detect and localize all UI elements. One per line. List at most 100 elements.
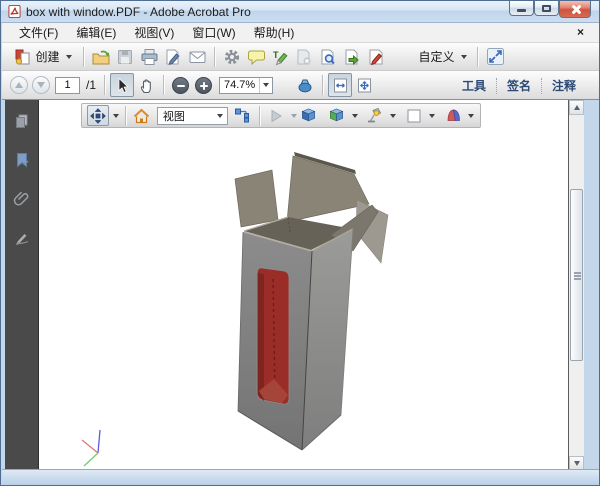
axis-z-icon [84,453,98,466]
select-tool-icon [114,77,130,94]
view-selector-value: 视图 [158,108,214,124]
email-button[interactable] [185,45,209,69]
attachments-button[interactable] [9,186,35,212]
previous-page-button[interactable] [10,76,28,94]
forms-button[interactable] [364,45,388,69]
cross-section-icon [445,107,462,124]
customize-label: 自定义 [415,48,457,65]
page-number-input[interactable]: 1 [55,77,80,94]
fullscreen-button[interactable] [483,45,507,69]
view-selector[interactable]: 视图 [157,107,228,125]
zoom-in-button[interactable] [195,77,212,94]
comment-button[interactable] [244,45,268,69]
export-page-icon [343,48,361,66]
scroll-down-icon [574,461,580,466]
separator [83,47,84,67]
open-file-button[interactable] [89,45,113,69]
select-tool-button[interactable] [110,73,134,97]
next-page-button[interactable] [32,76,50,94]
rotate-tool-button[interactable] [87,105,109,126]
lighting-button[interactable] [364,105,386,126]
print-icon [140,48,159,66]
close-button[interactable] [559,1,591,18]
background-caret-icon [429,114,435,118]
fit-width-button[interactable] [328,73,352,97]
create-caret-icon [66,55,72,59]
play-caret-icon [291,114,297,118]
play-menu-button[interactable] [287,105,298,126]
cross-section-menu-button[interactable] [464,105,475,126]
bookmarks-button[interactable] [9,147,35,173]
maximize-button[interactable] [534,1,559,16]
fit-page-icon [356,77,373,94]
zoom-level-select[interactable]: 74.7% [219,77,273,94]
model-tree-button[interactable] [232,105,254,126]
lighting-caret-icon [390,114,396,118]
scrollbar-thumb[interactable] [570,189,583,361]
document-page[interactable]: 视图 [39,100,568,471]
delete-page-button[interactable] [292,45,316,69]
3d-viewport[interactable] [39,100,568,471]
highlight-text-button[interactable]: T [268,45,292,69]
rotate-caret-icon [113,114,119,118]
maximize-icon [542,5,551,12]
play-icon [268,108,284,124]
light-lamp-icon [366,107,384,124]
zoom-out-icon [177,85,185,87]
page-up-icon [15,82,23,88]
export-button[interactable] [340,45,364,69]
cube-render-icon [328,107,345,124]
compose-icon [164,48,182,66]
fit-width-icon [332,77,349,94]
fullscreen-icon [486,47,505,66]
minimize-icon [517,9,526,12]
hand-tool-button[interactable] [134,73,158,97]
sign-panel-button[interactable]: 签名 [497,77,541,94]
print-button[interactable] [137,45,161,69]
render-mode-button[interactable] [326,105,348,126]
scroll-up-button[interactable] [569,100,584,115]
menu-window[interactable]: 窗口(W) [183,23,244,43]
page-thumbnails-button[interactable] [9,108,35,134]
create-pdf-button[interactable]: 创建 [8,45,78,69]
comment-panel-button[interactable]: 注释 [542,77,586,94]
zoom-caret-icon [263,83,269,87]
ink-3d-tool-button[interactable] [293,73,317,97]
box-left-flap [235,170,278,227]
search-page-button[interactable] [316,45,340,69]
default-view-button[interactable] [131,105,153,126]
gear-icon [223,48,241,66]
signatures-button[interactable] [9,225,35,251]
customize-button[interactable]: 自定义 [410,45,472,69]
background-color-icon [406,108,422,124]
settings-button[interactable] [220,45,244,69]
axis-x-icon [82,440,98,453]
ink-3d-icon [296,76,314,94]
page-thumbnails-icon [13,112,31,130]
page-down-icon [37,82,45,88]
menubar-close-icon[interactable]: × [577,25,584,39]
acrobat-pdf-icon [8,5,21,18]
save-button[interactable] [113,45,137,69]
menu-file[interactable]: 文件(F) [10,23,67,43]
lighting-menu-button[interactable] [386,105,397,126]
fit-page-button[interactable] [352,73,376,97]
zoom-level-value: 74.7% [220,79,259,91]
render-mode-menu-button[interactable] [348,105,359,126]
cross-section-button[interactable] [442,105,464,126]
menu-help[interactable]: 帮助(H) [245,23,304,43]
vertical-scrollbar[interactable] [568,100,584,471]
projection-button[interactable] [298,105,320,126]
minimize-button[interactable] [509,1,534,16]
menu-view[interactable]: 视图(V) [125,23,183,43]
rotate-tool-menu-button[interactable] [109,105,120,126]
background-color-button[interactable] [403,105,425,126]
background-menu-button[interactable] [425,105,436,126]
compose-button[interactable] [161,45,185,69]
zoom-out-button[interactable] [172,77,189,94]
menu-edit[interactable]: 编辑(E) [67,23,125,43]
render-caret-icon [352,114,358,118]
tools-panel-button[interactable]: 工具 [452,77,496,94]
play-animation-button[interactable] [265,105,287,126]
panel-buttons: 工具 签名 注释 [452,71,586,100]
